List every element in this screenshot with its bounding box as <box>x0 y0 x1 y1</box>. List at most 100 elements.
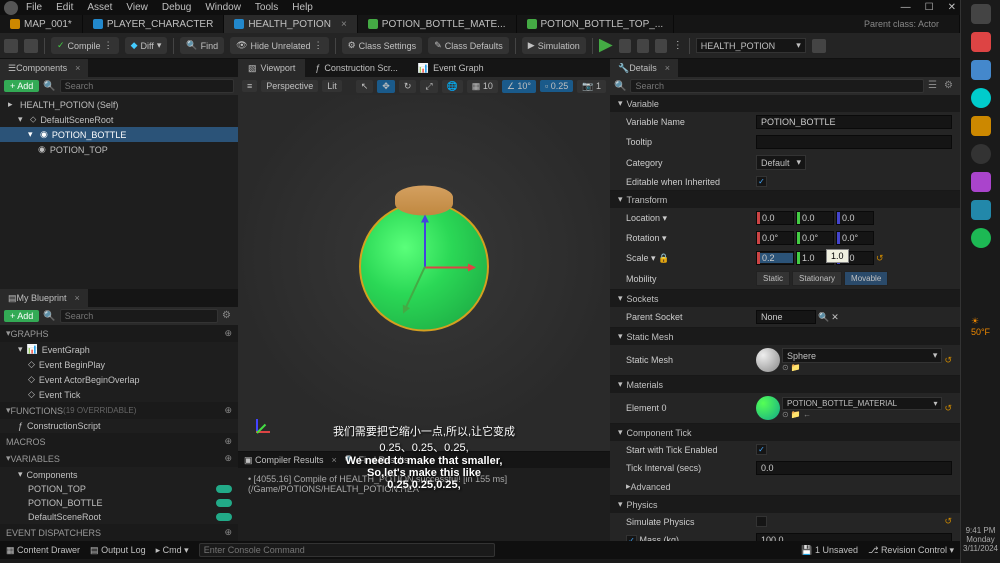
rotation-z-input[interactable]: 0.0° <box>836 231 874 245</box>
editable-inherited-checkbox[interactable]: ✓ <box>756 176 767 187</box>
ue-taskbar-icon[interactable] <box>971 144 991 164</box>
gear-icon[interactable]: ⚙ <box>944 80 956 92</box>
compiler-results-tab[interactable]: ▣ Compiler Results <box>244 455 324 466</box>
construction-script-tab[interactable]: ƒ Construction Scr... <box>305 59 408 77</box>
variable-name-input[interactable] <box>756 115 952 129</box>
diff-button[interactable]: ◆Diff▾ <box>125 37 168 54</box>
edge-icon[interactable] <box>971 88 991 108</box>
system-clock[interactable]: 9:41 PM Monday 3/11/2024 <box>963 526 998 559</box>
tray-icon[interactable] <box>971 116 991 136</box>
find-button[interactable]: 🔍Find <box>180 37 224 54</box>
lock-icon[interactable]: 🔒 <box>658 253 669 263</box>
gizmo-y-axis[interactable] <box>403 266 426 312</box>
class-settings-button[interactable]: ⚙Class Settings <box>342 37 423 54</box>
spotify-icon[interactable] <box>971 228 991 248</box>
component-potion-bottle[interactable]: ▾◉ POTION_BOTTLE <box>0 127 238 142</box>
gizmo-z-axis[interactable] <box>424 217 426 267</box>
stop-icon[interactable] <box>637 39 649 53</box>
component-potion-top[interactable]: ◉ POTION_TOP <box>0 142 238 157</box>
component-self[interactable]: ▸HEALTH_POTION (Self) <box>0 97 238 112</box>
grid-snap[interactable]: ▦ 10 <box>467 80 498 93</box>
var-potion-bottle[interactable]: POTION_BOTTLE <box>0 496 238 510</box>
var-default-scene-root[interactable]: DefaultSceneRoot <box>0 510 238 524</box>
event-tick[interactable]: ◇ Event Tick <box>0 387 238 402</box>
reset-icon[interactable]: ↺ <box>944 516 952 527</box>
mesh-thumbnail[interactable] <box>756 348 780 372</box>
weather-widget[interactable]: ☀50°F <box>971 316 990 337</box>
scale-snap[interactable]: ▫ 0.25 <box>540 80 573 92</box>
location-x-input[interactable]: 0.0 <box>756 211 794 225</box>
section-materials[interactable]: ▾ Materials <box>610 376 960 393</box>
rotation-x-input[interactable]: 0.0° <box>756 231 794 245</box>
section-variable[interactable]: ▾ Variable <box>610 95 960 112</box>
add-component-button[interactable]: + Add <box>4 80 39 92</box>
reset-icon[interactable]: ↺ <box>944 403 952 414</box>
details-search-input[interactable] <box>630 79 924 93</box>
tab-potion-bottle-top[interactable]: POTION_BOTTLE_TOP_... <box>517 15 675 33</box>
tab-map[interactable]: MAP_001* <box>0 15 83 33</box>
viewport-tab[interactable]: ▧ Viewport <box>238 59 305 77</box>
components-panel-tab[interactable]: ☰ Components× <box>0 59 88 77</box>
close-icon[interactable]: × <box>341 19 347 30</box>
lit-dropdown[interactable]: Lit <box>322 80 342 92</box>
compile-button[interactable]: ✓Compile⋮ <box>51 37 119 54</box>
scale-mode-icon[interactable]: ⤢ <box>420 80 437 93</box>
menu-asset[interactable]: Asset <box>87 2 112 13</box>
revision-control-button[interactable]: ⎇ Revision Control ▾ <box>868 545 954 556</box>
tray-icon[interactable] <box>971 60 991 80</box>
filter-icon[interactable]: ☰ <box>928 80 940 92</box>
browse-icon[interactable] <box>24 39 38 53</box>
location-z-input[interactable]: 0.0 <box>836 211 874 225</box>
rotation-y-input[interactable]: 0.0° <box>796 231 834 245</box>
category-dropdown[interactable]: Default▾ <box>756 155 806 170</box>
my-blueprint-panel-tab[interactable]: ▤ My Blueprint× <box>0 289 88 307</box>
mass-input[interactable] <box>756 533 952 541</box>
tab-player-character[interactable]: PLAYER_CHARACTER <box>83 15 225 33</box>
parent-socket-input[interactable] <box>756 310 816 324</box>
section-static-mesh[interactable]: ▾ Static Mesh <box>610 328 960 345</box>
component-default-scene-root[interactable]: ▾⬦ DefaultSceneRoot <box>0 112 238 127</box>
console-command-input[interactable] <box>199 543 495 557</box>
section-sockets[interactable]: ▾ Sockets <box>610 290 960 307</box>
pick-icon[interactable]: 🔍 <box>818 312 829 323</box>
components-search-input[interactable] <box>60 79 234 93</box>
section-component-tick[interactable]: ▾ Component Tick <box>610 424 960 441</box>
simulate-physics-checkbox[interactable] <box>756 516 767 527</box>
content-drawer-button[interactable]: ▦ Content Drawer <box>6 545 80 556</box>
eject-icon[interactable] <box>655 39 667 53</box>
menu-help[interactable]: Help <box>292 2 313 13</box>
debug-object-dropdown[interactable]: HEALTH_POTION▾ <box>696 38 806 53</box>
section-physics[interactable]: ▾ Physics <box>610 496 960 513</box>
mobility-movable[interactable]: Movable <box>844 271 888 286</box>
play-icon[interactable] <box>599 39 613 53</box>
unsaved-badge[interactable]: 💾 1 Unsaved <box>801 545 858 556</box>
menu-file[interactable]: File <box>26 2 42 13</box>
translate-mode-icon[interactable]: ✥ <box>377 80 395 93</box>
functions-section[interactable]: ▾ FUNCTIONS (19 OVERRIDABLE)⊕ <box>0 402 238 419</box>
reset-icon[interactable]: ↺ <box>876 253 884 264</box>
graphs-section[interactable]: ▾ GRAPHS⊕ <box>0 325 238 342</box>
gear-icon[interactable]: ⚙ <box>222 310 234 322</box>
var-potion-top[interactable]: POTION_TOP <box>0 482 238 496</box>
menu-window[interactable]: Window <box>205 2 241 13</box>
coord-space-icon[interactable]: 🌐 <box>442 80 463 93</box>
tray-icon[interactable] <box>971 4 991 24</box>
menu-debug[interactable]: Debug <box>162 2 191 13</box>
event-actorbeginoverlap[interactable]: ◇ Event ActorBeginOverlap <box>0 372 238 387</box>
tab-health-potion[interactable]: HEALTH_POTION× <box>224 15 357 33</box>
gizmo-x-axis[interactable] <box>424 267 474 269</box>
tray-icon[interactable] <box>971 200 991 220</box>
add-blueprint-button[interactable]: + Add <box>4 310 39 322</box>
tick-interval-input[interactable] <box>756 461 952 475</box>
select-mode-icon[interactable]: ↖ <box>356 80 374 93</box>
menu-edit[interactable]: Edit <box>56 2 73 13</box>
macros-section[interactable]: MACROS⊕ <box>0 433 238 450</box>
event-beginplay[interactable]: ◇ Event BeginPlay <box>0 357 238 372</box>
menu-tools[interactable]: Tools <box>255 2 278 13</box>
angle-snap[interactable]: ∠ 10° <box>502 80 536 93</box>
window-close-icon[interactable]: ✕ <box>948 2 956 13</box>
tray-icon[interactable] <box>971 172 991 192</box>
hide-unrelated-button[interactable]: 👁Hide Unrelated⋮ <box>230 37 328 54</box>
scale-x-input[interactable]: 0.2 <box>756 251 794 265</box>
tooltip-input[interactable] <box>756 135 952 149</box>
